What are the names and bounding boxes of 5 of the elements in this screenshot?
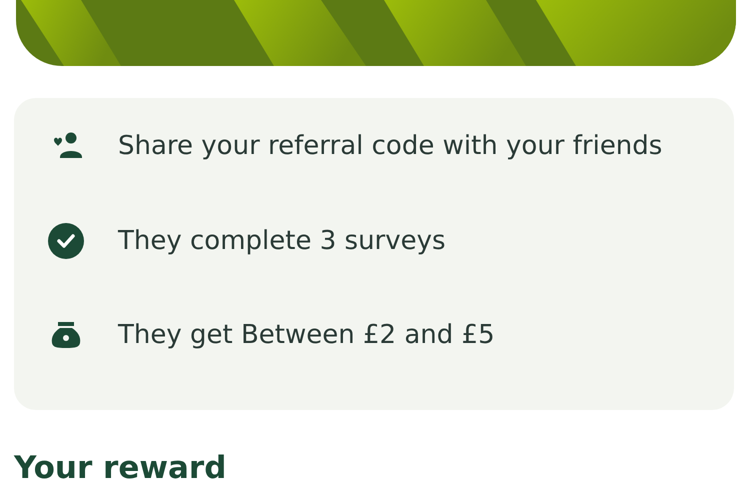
step-text: Share your referral code with your friends (118, 130, 662, 163)
section-heading: Your reward (14, 450, 228, 486)
step-text: They complete 3 surveys (118, 224, 446, 258)
step-text: They get Between £2 and £5 (118, 319, 495, 352)
check-circle-icon (46, 220, 86, 261)
